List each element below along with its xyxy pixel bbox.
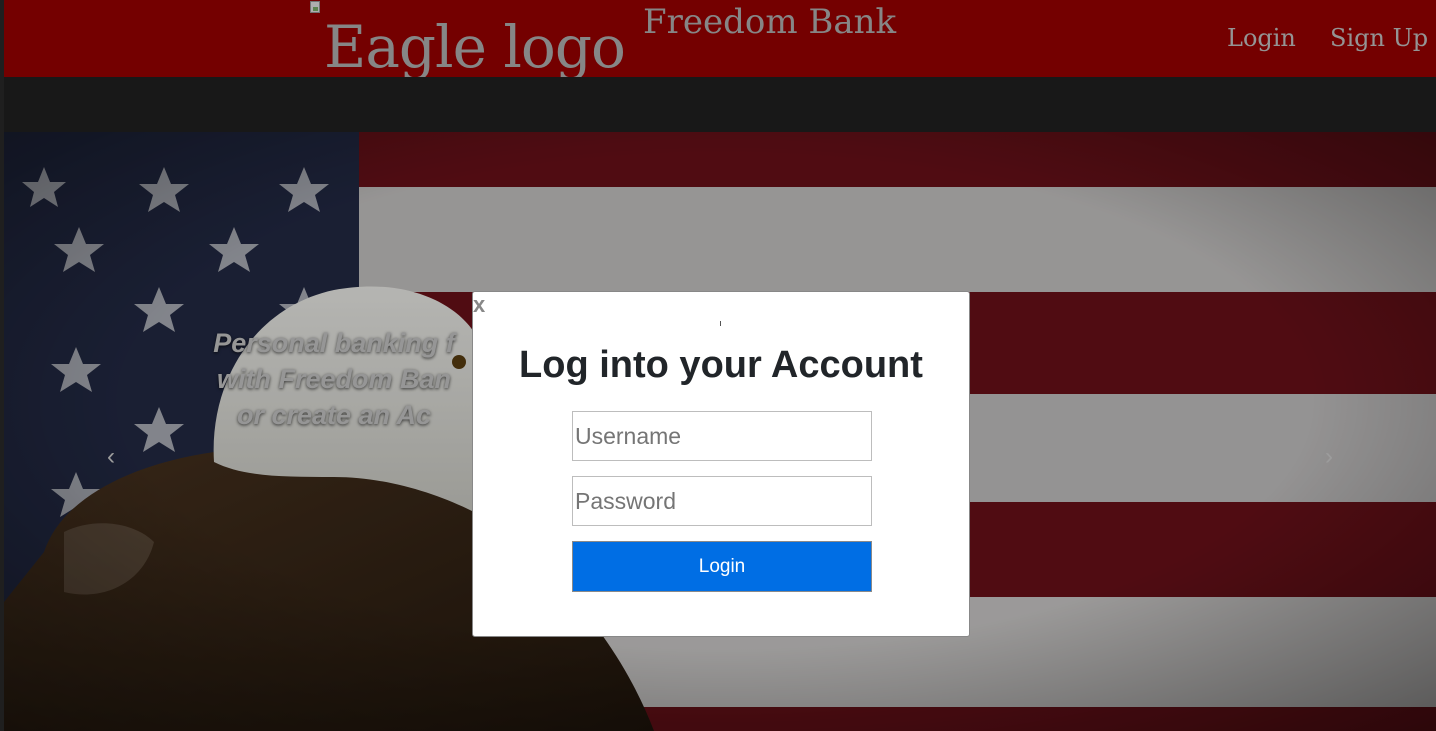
divider-mark [720, 321, 721, 326]
login-modal: x Log into your Account Login [472, 291, 970, 637]
username-input[interactable] [572, 411, 872, 461]
close-icon[interactable]: x [473, 292, 485, 318]
login-submit-button[interactable]: Login [572, 541, 872, 592]
modal-title: Log into your Account [519, 344, 923, 386]
password-input[interactable] [572, 476, 872, 526]
